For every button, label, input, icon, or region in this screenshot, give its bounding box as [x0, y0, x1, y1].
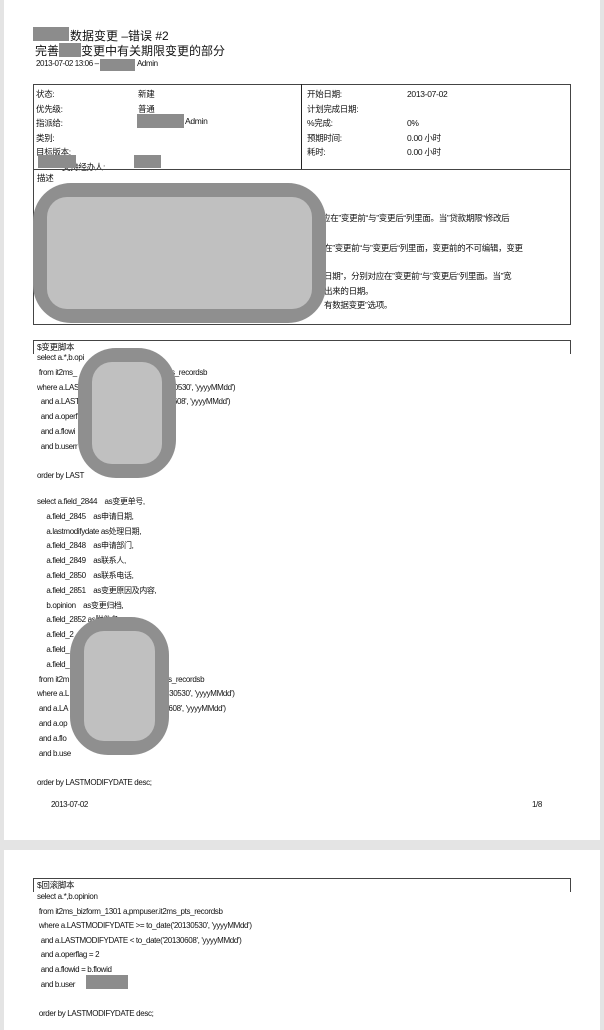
subtitle: 变更中有关期限变更的部分: [81, 44, 226, 58]
redaction-blob: [70, 617, 169, 755]
redaction: [86, 975, 128, 989]
page-number: 1/8: [532, 800, 542, 809]
redaction-blob: [33, 183, 326, 323]
subtitle-prefix: 完善: [35, 44, 60, 58]
field-label: 指派给:: [36, 118, 63, 128]
left-values: 新建 普通: [138, 87, 155, 116]
description-line: 应在”变更前“与”变更后“列里面。当”贷款期限“修改后: [322, 213, 510, 223]
field-label: %完成:: [307, 118, 333, 128]
author: Admin: [137, 59, 158, 68]
field-label: 耗时:: [307, 147, 326, 157]
description-line: 有数据变更”选项。: [324, 300, 393, 310]
description-line: 出来的日期。: [324, 286, 374, 296]
redaction-blob: [78, 348, 176, 478]
due-date-value: [407, 102, 447, 117]
document-page-2: $回滚脚本 select a.*,b.opinion from it2ms_bi…: [4, 850, 600, 1030]
description-label: 描述: [37, 173, 54, 183]
redaction: [100, 59, 135, 71]
field-label: 优先级:: [36, 103, 63, 114]
field-label: 预期时间:: [307, 132, 342, 143]
field-label: 计划完成日期:: [307, 103, 359, 114]
field-label: 类别:: [36, 132, 55, 143]
redaction: [33, 27, 69, 41]
done-ratio-value: 0%: [407, 118, 419, 128]
rollback-script-query: select a.*,b.opinion from it2ms_bizform_…: [37, 892, 252, 1018]
field-label: 开始日期:: [307, 89, 342, 99]
redaction: [137, 114, 184, 128]
attributes-table: [33, 84, 571, 170]
redaction: [38, 155, 76, 168]
right-labels: 开始日期: 计划完成日期: %完成: 预期时间: 耗时:: [307, 87, 359, 160]
redaction: [134, 155, 161, 168]
spent-value: 0.00 小时: [407, 147, 441, 157]
redaction: [59, 43, 81, 57]
document-page-1: 数据变更 –错误 #2 完善 变更中有关期限变更的部分 2013-07-02 1…: [4, 0, 600, 840]
estimated-value: 0.00 小时: [407, 132, 441, 143]
right-values: 2013-07-02 0% 0.00 小时 0.00 小时: [407, 87, 448, 160]
footer-date: 2013-07-02: [51, 800, 88, 809]
description-line: 日期”，分别对应在”变更前“与”变更后“列里面。当”宽: [324, 271, 512, 281]
start-date-value: 2013-07-02: [407, 89, 448, 99]
status-value: 新建: [138, 89, 155, 99]
created-meta: 2013-07-02 13:06 –: [36, 59, 99, 68]
field-label: 状态:: [36, 89, 55, 99]
assignee-value: Admin: [185, 116, 208, 126]
description-line: 在”变更前“与”变更后“列里面，变更前的不可编辑，变更: [324, 243, 523, 253]
